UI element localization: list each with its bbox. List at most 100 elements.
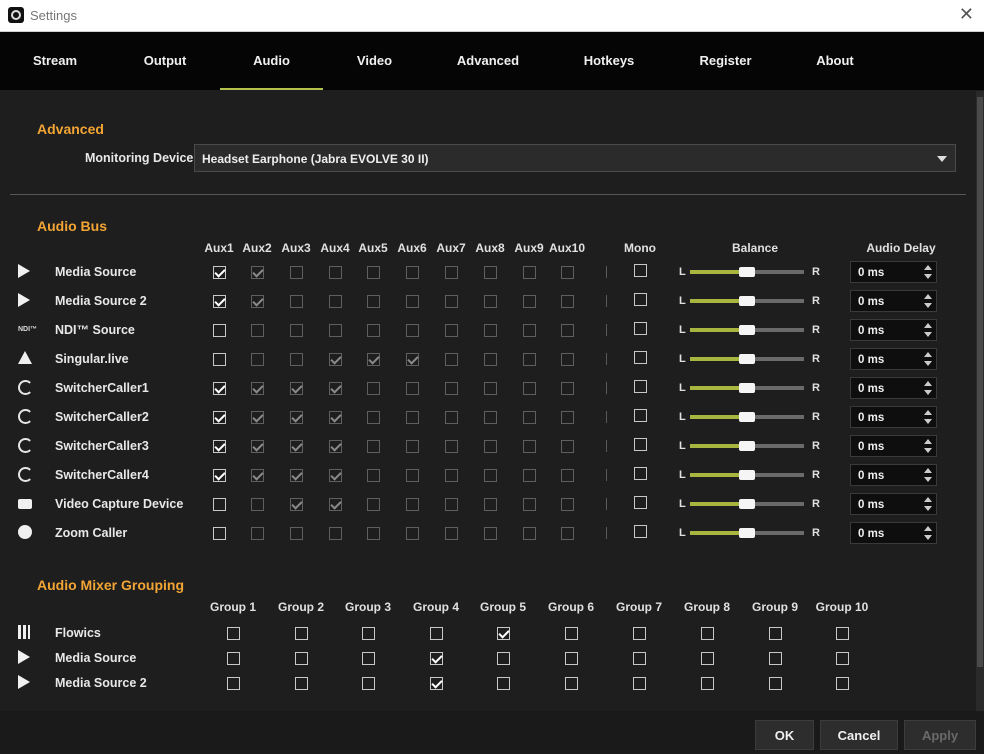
tab-video[interactable]: Video bbox=[323, 32, 426, 90]
aux-checkbox[interactable] bbox=[290, 527, 303, 540]
spin-up-icon[interactable] bbox=[924, 323, 932, 328]
balance-slider[interactable] bbox=[690, 267, 804, 277]
balance-slider-handle[interactable] bbox=[739, 499, 755, 509]
balance-slider-handle[interactable] bbox=[739, 383, 755, 393]
aux-checkbox[interactable] bbox=[406, 469, 419, 482]
mono-checkbox[interactable] bbox=[634, 438, 647, 451]
aux-checkbox[interactable] bbox=[445, 411, 458, 424]
aux-checkbox[interactable] bbox=[213, 411, 226, 424]
aux-checkbox[interactable] bbox=[406, 382, 419, 395]
aux-checkbox[interactable] bbox=[290, 353, 303, 366]
aux-checkbox[interactable] bbox=[251, 382, 264, 395]
aux-checkbox[interactable] bbox=[251, 353, 264, 366]
mono-checkbox[interactable] bbox=[634, 409, 647, 422]
aux-checkbox[interactable] bbox=[445, 469, 458, 482]
aux-checkbox[interactable] bbox=[329, 382, 342, 395]
aux-checkbox[interactable] bbox=[523, 382, 536, 395]
aux-checkbox[interactable] bbox=[213, 382, 226, 395]
mono-checkbox[interactable] bbox=[634, 322, 647, 335]
group-checkbox[interactable] bbox=[565, 627, 578, 640]
aux-checkbox[interactable] bbox=[445, 498, 458, 511]
spin-down-icon[interactable] bbox=[924, 274, 932, 279]
aux-checkbox[interactable] bbox=[445, 324, 458, 337]
aux-checkbox[interactable] bbox=[329, 527, 342, 540]
aux-checkbox[interactable] bbox=[367, 324, 380, 337]
aux-checkbox[interactable] bbox=[523, 498, 536, 511]
balance-slider-handle[interactable] bbox=[739, 412, 755, 422]
aux-checkbox[interactable] bbox=[406, 353, 419, 366]
cancel-button[interactable]: Cancel bbox=[820, 720, 898, 750]
spin-up-icon[interactable] bbox=[924, 497, 932, 502]
aux-checkbox[interactable] bbox=[523, 469, 536, 482]
aux-checkbox[interactable] bbox=[367, 469, 380, 482]
spin-down-icon[interactable] bbox=[924, 448, 932, 453]
aux-checkbox[interactable] bbox=[523, 295, 536, 308]
aux-checkbox[interactable] bbox=[484, 498, 497, 511]
group-checkbox[interactable] bbox=[430, 652, 443, 665]
aux-checkbox[interactable] bbox=[406, 440, 419, 453]
aux-checkbox[interactable] bbox=[367, 498, 380, 511]
aux-checkbox[interactable] bbox=[290, 440, 303, 453]
aux-checkbox[interactable] bbox=[213, 498, 226, 511]
spin-down-icon[interactable] bbox=[924, 477, 932, 482]
vertical-scrollbar[interactable] bbox=[976, 91, 984, 711]
balance-slider[interactable] bbox=[690, 325, 804, 335]
tab-stream[interactable]: Stream bbox=[0, 32, 110, 90]
group-checkbox[interactable] bbox=[430, 627, 443, 640]
aux-checkbox[interactable] bbox=[329, 324, 342, 337]
aux-checkbox[interactable] bbox=[329, 295, 342, 308]
aux-checkbox[interactable] bbox=[523, 266, 536, 279]
balance-slider[interactable] bbox=[690, 383, 804, 393]
balance-slider-handle[interactable] bbox=[739, 470, 755, 480]
spin-up-icon[interactable] bbox=[924, 294, 932, 299]
aux-checkbox[interactable] bbox=[290, 266, 303, 279]
aux-checkbox[interactable] bbox=[329, 498, 342, 511]
aux-checkbox[interactable] bbox=[445, 382, 458, 395]
aux-checkbox[interactable] bbox=[329, 411, 342, 424]
aux-checkbox[interactable] bbox=[251, 527, 264, 540]
audio-delay-spinbox[interactable]: 0 ms bbox=[850, 348, 937, 370]
group-checkbox[interactable] bbox=[836, 627, 849, 640]
mono-checkbox[interactable] bbox=[634, 525, 647, 538]
audio-delay-spinbox[interactable]: 0 ms bbox=[850, 319, 937, 341]
audio-delay-spinbox[interactable]: 0 ms bbox=[850, 377, 937, 399]
aux-checkbox[interactable] bbox=[213, 266, 226, 279]
audio-delay-spinbox[interactable]: 0 ms bbox=[850, 435, 937, 457]
group-checkbox[interactable] bbox=[497, 677, 510, 690]
aux-checkbox[interactable] bbox=[251, 411, 264, 424]
spin-down-icon[interactable] bbox=[924, 332, 932, 337]
mono-checkbox[interactable] bbox=[634, 293, 647, 306]
aux-checkbox[interactable] bbox=[484, 266, 497, 279]
aux-checkbox[interactable] bbox=[445, 353, 458, 366]
aux-checkbox[interactable] bbox=[329, 353, 342, 366]
scrollbar-thumb[interactable] bbox=[977, 97, 983, 667]
aux-checkbox[interactable] bbox=[445, 527, 458, 540]
spin-down-icon[interactable] bbox=[924, 506, 932, 511]
aux-checkbox[interactable] bbox=[367, 440, 380, 453]
spin-up-icon[interactable] bbox=[924, 468, 932, 473]
group-checkbox[interactable] bbox=[227, 627, 240, 640]
spin-down-icon[interactable] bbox=[924, 390, 932, 395]
aux-checkbox[interactable] bbox=[251, 266, 264, 279]
group-checkbox[interactable] bbox=[836, 652, 849, 665]
group-checkbox[interactable] bbox=[701, 652, 714, 665]
aux-checkbox[interactable] bbox=[213, 440, 226, 453]
balance-slider[interactable] bbox=[690, 354, 804, 364]
spin-down-icon[interactable] bbox=[924, 419, 932, 424]
aux-checkbox[interactable] bbox=[561, 527, 574, 540]
aux-checkbox[interactable] bbox=[484, 382, 497, 395]
aux-checkbox[interactable] bbox=[251, 295, 264, 308]
group-checkbox[interactable] bbox=[295, 677, 308, 690]
group-checkbox[interactable] bbox=[565, 652, 578, 665]
aux-checkbox[interactable] bbox=[561, 295, 574, 308]
spin-up-icon[interactable] bbox=[924, 265, 932, 270]
aux-checkbox[interactable] bbox=[523, 353, 536, 366]
aux-checkbox[interactable] bbox=[290, 382, 303, 395]
balance-slider[interactable] bbox=[690, 441, 804, 451]
aux-checkbox[interactable] bbox=[290, 498, 303, 511]
aux-checkbox[interactable] bbox=[445, 440, 458, 453]
spin-up-icon[interactable] bbox=[924, 526, 932, 531]
balance-slider[interactable] bbox=[690, 296, 804, 306]
close-icon[interactable]: ✕ bbox=[959, 4, 974, 25]
group-checkbox[interactable] bbox=[295, 652, 308, 665]
